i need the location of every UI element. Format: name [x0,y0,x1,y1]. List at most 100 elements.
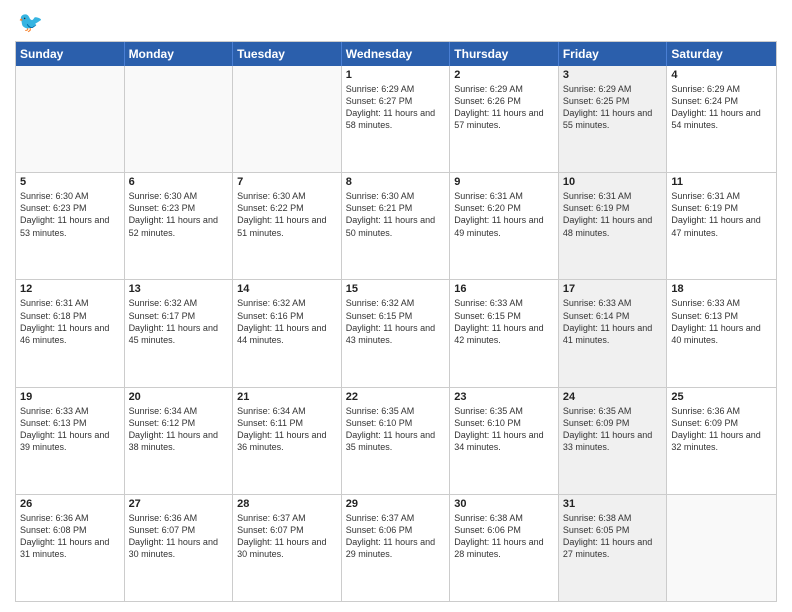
page: 🐦 SundayMondayTuesdayWednesdayThursdayFr… [0,0,792,612]
logo-bird-icon: 🐦 [18,10,43,35]
cal-header-saturday: Saturday [667,42,776,66]
day-number: 3 [563,69,663,81]
day-info: Sunrise: 6:32 AMSunset: 6:16 PMDaylight:… [237,297,337,346]
day-number: 26 [20,498,120,510]
cal-week-2: 5Sunrise: 6:30 AMSunset: 6:23 PMDaylight… [16,173,776,280]
day-info: Sunrise: 6:30 AMSunset: 6:22 PMDaylight:… [237,190,337,239]
cal-cell-11: 11 Sunrise: 6:31 AMSunset: 6:19 PMDayligh… [667,173,776,279]
cal-cell-18: 18 Sunrise: 6:33 AMSunset: 6:13 PMDayligh… [667,280,776,386]
cal-week-1: 1Sunrise: 6:29 AMSunset: 6:27 PMDaylight… [16,66,776,173]
day-number: 9 [454,176,554,188]
cal-cell-24: 24 Sunrise: 6:35 AMSunset: 6:09 PMDayligh… [559,388,668,494]
day-number: 29 [346,498,446,510]
cal-header-wednesday: Wednesday [342,42,451,66]
cal-header-sunday: Sunday [16,42,125,66]
day-number: 20 [129,391,229,403]
day-info: Sunrise: 6:29 AMSunset: 6:25 PMDaylight:… [563,83,663,132]
day-info: Sunrise: 6:33 AMSunset: 6:13 PMDaylight:… [20,405,120,454]
cal-cell-empty-0-2 [233,66,342,172]
cal-cell-29: 29 Sunrise: 6:37 AMSunset: 6:06 PMDayligh… [342,495,451,601]
calendar: SundayMondayTuesdayWednesdayThursdayFrid… [15,41,777,602]
day-number: 11 [671,176,772,188]
day-number: 7 [237,176,337,188]
cal-header-monday: Monday [125,42,234,66]
day-number: 18 [671,283,772,295]
cal-cell-23: 23Sunrise: 6:35 AMSunset: 6:10 PMDayligh… [450,388,559,494]
cal-cell-7: 7 Sunrise: 6:30 AMSunset: 6:22 PMDaylight… [233,173,342,279]
cal-cell-4: 4 Sunrise: 6:29 AMSunset: 6:24 PMDaylight… [667,66,776,172]
cal-cell-20: 20 Sunrise: 6:34 AMSunset: 6:12 PMDayligh… [125,388,234,494]
day-number: 14 [237,283,337,295]
day-number: 27 [129,498,229,510]
day-number: 30 [454,498,554,510]
cal-cell-16: 16 Sunrise: 6:33 AMSunset: 6:15 PMDayligh… [450,280,559,386]
day-number: 2 [454,69,554,81]
header: 🐦 [15,10,777,35]
cal-cell-28: 28Sunrise: 6:37 AMSunset: 6:07 PMDayligh… [233,495,342,601]
day-info: Sunrise: 6:33 AMSunset: 6:15 PMDaylight:… [454,297,554,346]
day-info: Sunrise: 6:29 AMSunset: 6:27 PMDaylight:… [346,83,446,132]
day-number: 13 [129,283,229,295]
day-info: Sunrise: 6:36 AMSunset: 6:09 PMDaylight:… [671,405,772,454]
cal-cell-30: 30 Sunrise: 6:38 AMSunset: 6:06 PMDayligh… [450,495,559,601]
cal-week-5: 26 Sunrise: 6:36 AMSunset: 6:08 PMDayligh… [16,495,776,601]
day-info: Sunrise: 6:38 AMSunset: 6:05 PMDaylight:… [563,512,663,561]
cal-cell-12: 12 Sunrise: 6:31 AMSunset: 6:18 PMDayligh… [16,280,125,386]
day-info: Sunrise: 6:31 AMSunset: 6:19 PMDaylight:… [671,190,772,239]
day-info: Sunrise: 6:36 AMSunset: 6:07 PMDaylight:… [129,512,229,561]
day-number: 19 [20,391,120,403]
day-number: 17 [563,283,663,295]
day-info: Sunrise: 6:35 AMSunset: 6:09 PMDaylight:… [563,405,663,454]
day-info: Sunrise: 6:29 AMSunset: 6:24 PMDaylight:… [671,83,772,132]
cal-cell-8: 8 Sunrise: 6:30 AMSunset: 6:21 PMDaylight… [342,173,451,279]
day-number: 5 [20,176,120,188]
day-number: 24 [563,391,663,403]
day-number: 4 [671,69,772,81]
day-number: 6 [129,176,229,188]
day-info: Sunrise: 6:33 AMSunset: 6:14 PMDaylight:… [563,297,663,346]
day-info: Sunrise: 6:31 AMSunset: 6:19 PMDaylight:… [563,190,663,239]
day-info: Sunrise: 6:36 AMSunset: 6:08 PMDaylight:… [20,512,120,561]
cal-cell-17: 17 Sunrise: 6:33 AMSunset: 6:14 PMDayligh… [559,280,668,386]
cal-cell-3: 3 Sunrise: 6:29 AMSunset: 6:25 PMDaylight… [559,66,668,172]
day-number: 22 [346,391,446,403]
calendar-header-row: SundayMondayTuesdayWednesdayThursdayFrid… [16,42,776,66]
cal-cell-10: 10 Sunrise: 6:31 AMSunset: 6:19 PMDayligh… [559,173,668,279]
cal-cell-26: 26 Sunrise: 6:36 AMSunset: 6:08 PMDayligh… [16,495,125,601]
cal-cell-31: 31Sunrise: 6:38 AMSunset: 6:05 PMDayligh… [559,495,668,601]
day-number: 25 [671,391,772,403]
day-info: Sunrise: 6:37 AMSunset: 6:06 PMDaylight:… [346,512,446,561]
day-info: Sunrise: 6:31 AMSunset: 6:18 PMDaylight:… [20,297,120,346]
cal-cell-5: 5Sunrise: 6:30 AMSunset: 6:23 PMDaylight… [16,173,125,279]
day-number: 12 [20,283,120,295]
day-info: Sunrise: 6:35 AMSunset: 6:10 PMDaylight:… [454,405,554,454]
cal-header-tuesday: Tuesday [233,42,342,66]
cal-header-friday: Friday [559,42,668,66]
cal-cell-27: 27 Sunrise: 6:36 AMSunset: 6:07 PMDayligh… [125,495,234,601]
day-number: 8 [346,176,446,188]
cal-cell-9: 9 Sunrise: 6:31 AMSunset: 6:20 PMDaylight… [450,173,559,279]
cal-week-3: 12 Sunrise: 6:31 AMSunset: 6:18 PMDayligh… [16,280,776,387]
cal-cell-empty-0-0 [16,66,125,172]
day-info: Sunrise: 6:30 AMSunset: 6:21 PMDaylight:… [346,190,446,239]
cal-week-4: 19 Sunrise: 6:33 AMSunset: 6:13 PMDayligh… [16,388,776,495]
day-number: 21 [237,391,337,403]
day-info: Sunrise: 6:33 AMSunset: 6:13 PMDaylight:… [671,297,772,346]
day-info: Sunrise: 6:38 AMSunset: 6:06 PMDaylight:… [454,512,554,561]
cal-cell-6: 6Sunrise: 6:30 AMSunset: 6:23 PMDaylight… [125,173,234,279]
day-info: Sunrise: 6:34 AMSunset: 6:11 PMDaylight:… [237,405,337,454]
day-info: Sunrise: 6:31 AMSunset: 6:20 PMDaylight:… [454,190,554,239]
day-info: Sunrise: 6:32 AMSunset: 6:15 PMDaylight:… [346,297,446,346]
cal-cell-21: 21 Sunrise: 6:34 AMSunset: 6:11 PMDayligh… [233,388,342,494]
day-number: 28 [237,498,337,510]
cal-cell-1: 1Sunrise: 6:29 AMSunset: 6:27 PMDaylight… [342,66,451,172]
calendar-body: 1Sunrise: 6:29 AMSunset: 6:27 PMDaylight… [16,66,776,601]
cal-cell-22: 22 Sunrise: 6:35 AMSunset: 6:10 PMDayligh… [342,388,451,494]
day-info: Sunrise: 6:29 AMSunset: 6:26 PMDaylight:… [454,83,554,132]
cal-cell-15: 15Sunrise: 6:32 AMSunset: 6:15 PMDayligh… [342,280,451,386]
cal-cell-19: 19 Sunrise: 6:33 AMSunset: 6:13 PMDayligh… [16,388,125,494]
day-info: Sunrise: 6:34 AMSunset: 6:12 PMDaylight:… [129,405,229,454]
day-number: 16 [454,283,554,295]
day-info: Sunrise: 6:35 AMSunset: 6:10 PMDaylight:… [346,405,446,454]
day-number: 10 [563,176,663,188]
